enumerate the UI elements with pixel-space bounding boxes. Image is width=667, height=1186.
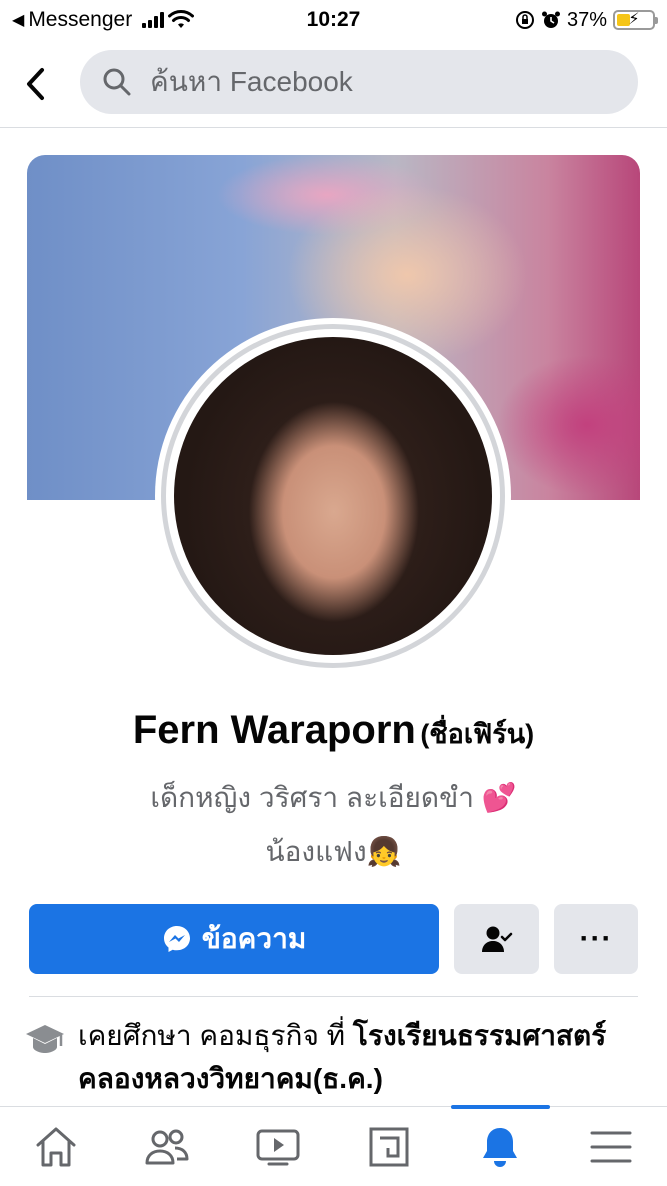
- graduation-cap-icon: [24, 1014, 66, 1100]
- message-button-label: ข้อความ: [201, 923, 307, 954]
- education-text: เคยศึกษา คอมธุรกิจ ที่ โรงเรียนธรรมศาสตร…: [78, 1014, 644, 1100]
- status-left: ◀ Messenger: [12, 8, 272, 32]
- tab-menu[interactable]: [556, 1107, 667, 1186]
- education-prefix: เคยศึกษา คอมธุรกิจ ที่: [78, 1020, 353, 1051]
- tab-watch[interactable]: [222, 1107, 333, 1186]
- profile-picture-frame: [155, 318, 511, 674]
- tab-marketplace[interactable]: [334, 1107, 445, 1186]
- search-input[interactable]: ค้นหา Facebook: [80, 50, 638, 114]
- tab-friends[interactable]: [111, 1107, 222, 1186]
- message-button[interactable]: ข้อความ: [29, 904, 439, 974]
- battery-tip: [655, 17, 658, 24]
- profile-picture[interactable]: [174, 337, 492, 655]
- marketplace-icon: [369, 1127, 409, 1166]
- profile-nickname: (ชื่อเฟิร์น): [420, 719, 535, 749]
- search-placeholder: ค้นหา Facebook: [150, 66, 353, 97]
- orientation-lock-icon: [515, 11, 534, 29]
- header: ค้นหา Facebook: [0, 40, 667, 128]
- home-icon: [36, 1127, 76, 1166]
- more-icon: ···: [579, 922, 613, 955]
- profile-picture-border: [161, 324, 505, 668]
- profile-name-line: Fern Waraporn (ชื่อเฟิร์น): [0, 708, 667, 755]
- chevron-left-icon: [27, 67, 44, 100]
- menu-icon: [590, 1131, 632, 1162]
- status-bar: ◀ Messenger 10:27 37% ⚡: [0, 0, 667, 40]
- signal-icon: [142, 12, 165, 28]
- friends-icon: [145, 1129, 189, 1164]
- status-right: 37% ⚡: [515, 8, 658, 32]
- profile-name: Fern Waraporn: [132, 708, 416, 752]
- bottom-tab-bar: [0, 1105, 667, 1186]
- back-app-label[interactable]: Messenger: [28, 8, 132, 32]
- messenger-icon: [163, 926, 190, 952]
- tab-notifications[interactable]: [445, 1105, 556, 1186]
- back-button[interactable]: [0, 54, 70, 114]
- bio-line-2: น้องแฟง👧: [265, 836, 402, 867]
- education-row: เคยศึกษา คอมธุรกิจ ที่ โรงเรียนธรรมศาสตร…: [24, 1014, 644, 1100]
- watch-icon: [256, 1129, 300, 1165]
- alarm-icon: [541, 11, 560, 28]
- battery-percent: 37%: [566, 8, 607, 31]
- bio-line-1: เด็กหญิง วริศรา ละเอียดขำ 💕: [150, 782, 517, 813]
- friends-button[interactable]: [454, 904, 539, 974]
- notifications-bell-icon: [483, 1127, 518, 1167]
- tab-home[interactable]: [0, 1107, 111, 1186]
- divider: [29, 996, 638, 997]
- bolt-icon: ⚡: [628, 11, 640, 28]
- search-icon: [103, 68, 131, 96]
- wifi-icon: [168, 10, 195, 28]
- battery-charging-icon: ⚡: [613, 10, 658, 30]
- friend-check-icon: [481, 926, 512, 952]
- back-arrow-icon[interactable]: ◀: [12, 10, 24, 30]
- more-button[interactable]: ···: [554, 904, 638, 974]
